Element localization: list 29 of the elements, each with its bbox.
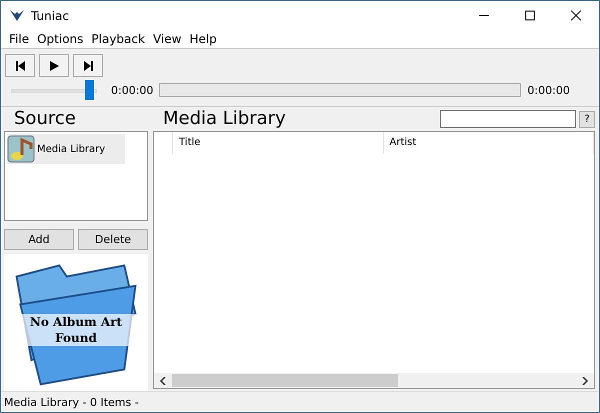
elapsed-time: 0:00:00 bbox=[111, 84, 154, 96]
source-heading: Source bbox=[13, 107, 77, 131]
status-text: Media Library - 0 Items - bbox=[4, 396, 139, 408]
library-heading: Media Library bbox=[162, 107, 286, 131]
play-icon bbox=[50, 60, 58, 70]
column-header[interactable]: Title bbox=[172, 132, 384, 154]
help-button[interactable]: ? bbox=[579, 110, 595, 128]
skip-forward-icon bbox=[84, 60, 92, 70]
delete-button[interactable]: Delete bbox=[78, 229, 148, 250]
previous-button[interactable] bbox=[5, 54, 35, 77]
menu-item[interactable]: Help bbox=[185, 32, 221, 46]
column-header[interactable]: Artist bbox=[384, 132, 594, 154]
menu-item[interactable]: File bbox=[5, 32, 34, 46]
scroll-left-icon[interactable] bbox=[159, 376, 167, 384]
horizontal-scrollbar[interactable] bbox=[154, 373, 594, 388]
add-button[interactable]: Add bbox=[4, 229, 74, 250]
skip-back-icon bbox=[16, 60, 24, 70]
next-button[interactable] bbox=[73, 54, 103, 77]
music-note-icon bbox=[7, 135, 35, 163]
volume-slider[interactable] bbox=[11, 80, 97, 100]
menu-item[interactable]: View bbox=[148, 32, 186, 46]
play-button[interactable] bbox=[39, 54, 69, 77]
scroll-right-icon[interactable] bbox=[581, 376, 589, 384]
menu-item[interactable]: Options bbox=[33, 32, 88, 46]
window-title: Tuniac bbox=[31, 8, 70, 22]
menu-item[interactable]: Playback bbox=[87, 32, 149, 46]
search-field[interactable] bbox=[440, 110, 576, 128]
source-item[interactable]: Media Library bbox=[7, 134, 125, 164]
total-time: 0:00:00 bbox=[527, 84, 570, 96]
